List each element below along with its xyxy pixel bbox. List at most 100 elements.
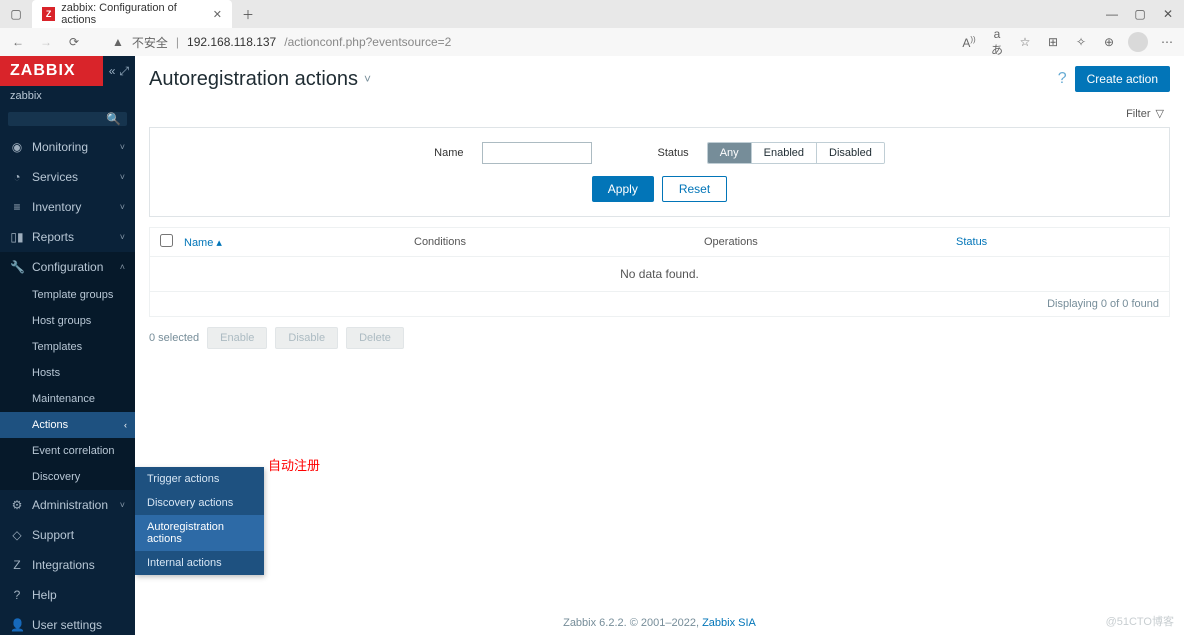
- window-restore-icon[interactable]: ▢: [1128, 2, 1152, 26]
- close-icon[interactable]: ✕: [213, 8, 222, 21]
- sidebar-item-reports[interactable]: ▯▮Reports˅: [0, 222, 135, 252]
- brand-sub: zabbix: [0, 86, 135, 108]
- favicon-icon: Z: [42, 7, 55, 21]
- fly-discovery-actions[interactable]: Discovery actions: [135, 491, 264, 515]
- new-tab-icon[interactable]: ＋: [236, 2, 260, 26]
- select-all-checkbox[interactable]: [160, 234, 173, 247]
- toolbar-right: A)) aあ ☆ ⊞ ✧ ⊕ ⋯: [960, 27, 1176, 58]
- collapse-icon[interactable]: «: [109, 64, 116, 79]
- footer-link[interactable]: Zabbix SIA: [702, 617, 756, 629]
- sidebar-item-services[interactable]: ◔Services˅: [0, 162, 135, 192]
- logo[interactable]: ZABBIX: [0, 56, 103, 86]
- profile-icon[interactable]: [1128, 32, 1148, 52]
- sidebar-item-configuration[interactable]: 🔧Configuration˄: [0, 252, 135, 282]
- sub-maintenance[interactable]: Maintenance: [0, 386, 135, 412]
- forward-icon[interactable]: →: [36, 32, 56, 52]
- apply-button[interactable]: Apply: [592, 176, 654, 202]
- sidebar-search[interactable]: 🔍: [8, 112, 127, 126]
- window-minimize-icon[interactable]: —: [1100, 2, 1124, 26]
- browser-chrome: ▢ Z zabbix: Configuration of actions ✕ ＋…: [0, 0, 1184, 56]
- fly-internal-actions[interactable]: Internal actions: [135, 551, 264, 575]
- reset-button[interactable]: Reset: [662, 176, 727, 202]
- sidebar-item-user-settings[interactable]: 👤User settings: [0, 610, 135, 640]
- app-download-icon[interactable]: ⊕: [1100, 35, 1118, 49]
- collections-icon[interactable]: ✧: [1072, 35, 1090, 49]
- chevron-down-icon: ˅: [120, 172, 125, 182]
- help-icon: ?: [10, 588, 24, 602]
- integrations-icon: Z: [10, 558, 24, 572]
- expand-icon[interactable]: ⤢: [119, 64, 129, 79]
- list-icon: ≡: [10, 200, 24, 214]
- window-close-icon[interactable]: ✕: [1156, 2, 1180, 26]
- filter-toggle[interactable]: Filter ▽: [1120, 104, 1170, 123]
- filter-icon: ▽: [1156, 107, 1164, 120]
- sidebar-item-monitoring[interactable]: ◉Monitoring˅: [0, 132, 135, 162]
- tab-bar: ▢ Z zabbix: Configuration of actions ✕ ＋…: [0, 0, 1184, 28]
- tab-actions-icon[interactable]: ▢: [4, 2, 28, 26]
- chevron-down-icon: ˅: [120, 500, 125, 510]
- sub-template-groups[interactable]: Template groups: [0, 282, 135, 308]
- refresh-icon[interactable]: ⟳: [64, 32, 84, 52]
- bulk-actions: 0 selected Enable Disable Delete: [135, 317, 1184, 359]
- sub-actions[interactable]: Actions‹: [0, 412, 135, 438]
- url-host: 192.168.118.137: [187, 35, 276, 49]
- create-action-button[interactable]: Create action: [1075, 66, 1170, 92]
- sidebar-item-inventory[interactable]: ≡Inventory˅: [0, 192, 135, 222]
- user-icon: 👤: [10, 618, 24, 632]
- read-aloud-icon[interactable]: A)): [960, 35, 978, 50]
- back-icon[interactable]: ←: [8, 32, 28, 52]
- col-operations: Operations: [704, 236, 956, 248]
- actions-flyout: Trigger actions Discovery actions Autore…: [135, 467, 264, 575]
- footer: Zabbix 6.2.2. © 2001–2022, Zabbix SIA: [135, 617, 1184, 629]
- not-secure-icon: ▲: [112, 35, 124, 49]
- search-icon: 🔍: [106, 112, 121, 126]
- chart-icon: ▯▮: [10, 230, 24, 244]
- name-input[interactable]: [482, 142, 592, 164]
- enable-button[interactable]: Enable: [207, 327, 267, 349]
- more-icon[interactable]: ⋯: [1158, 35, 1176, 49]
- sidebar-item-integrations[interactable]: ZIntegrations: [0, 550, 135, 580]
- sidebar: ZABBIX « ⤢ zabbix 🔍 ◉Monitoring˅ ◔Servic…: [0, 56, 135, 635]
- sub-event-correlation[interactable]: Event correlation: [0, 438, 135, 464]
- fly-trigger-actions[interactable]: Trigger actions: [135, 467, 264, 491]
- col-name[interactable]: Name ▴: [184, 236, 414, 249]
- chevron-down-icon: ˅: [364, 72, 371, 86]
- status-segment: Any Enabled Disabled: [707, 142, 885, 164]
- name-label: Name: [434, 147, 463, 159]
- security-label: 不安全: [132, 34, 168, 51]
- status-any[interactable]: Any: [708, 143, 751, 163]
- disable-button[interactable]: Disable: [275, 327, 338, 349]
- filter-panel: Name Status Any Enabled Disabled Apply R…: [149, 127, 1170, 217]
- sidebar-item-support[interactable]: ◇Support: [0, 520, 135, 550]
- fly-autoregistration-actions[interactable]: Autoregistration actions: [135, 515, 264, 551]
- chevron-down-icon: ˅: [120, 142, 125, 152]
- url-path: /actionconf.php?eventsource=2: [284, 35, 451, 49]
- annotation-label: 自动注册: [268, 455, 320, 474]
- status-disabled[interactable]: Disabled: [816, 143, 884, 163]
- sub-templates[interactable]: Templates: [0, 334, 135, 360]
- chevron-up-icon: ˄: [120, 262, 125, 272]
- page-title[interactable]: Autoregistration actions ˅: [149, 68, 371, 91]
- translate-icon[interactable]: aあ: [988, 27, 1006, 58]
- favorite-icon[interactable]: ☆: [1016, 35, 1034, 49]
- col-status[interactable]: Status: [956, 236, 987, 248]
- chevron-left-icon: ‹: [124, 420, 127, 430]
- eye-icon: ◉: [10, 140, 24, 154]
- status-enabled[interactable]: Enabled: [751, 143, 816, 163]
- sidebar-item-help[interactable]: ?Help: [0, 580, 135, 610]
- extensions-icon[interactable]: ⊞: [1044, 35, 1062, 49]
- sidebar-item-administration[interactable]: ⚙Administration˅: [0, 490, 135, 520]
- table-header: Name ▴ Conditions Operations Status: [150, 228, 1169, 257]
- sub-hosts[interactable]: Hosts: [0, 360, 135, 386]
- watermark: @51CTO博客: [1106, 613, 1174, 629]
- display-count: Displaying 0 of 0 found: [150, 292, 1169, 316]
- help-icon[interactable]: ?: [1058, 70, 1067, 88]
- sub-host-groups[interactable]: Host groups: [0, 308, 135, 334]
- chevron-down-icon: ˅: [120, 202, 125, 212]
- delete-button[interactable]: Delete: [346, 327, 404, 349]
- support-icon: ◇: [10, 528, 24, 542]
- browser-tab[interactable]: Z zabbix: Configuration of actions ✕: [32, 0, 232, 28]
- wrench-icon: 🔧: [10, 260, 24, 274]
- sub-discovery[interactable]: Discovery: [0, 464, 135, 490]
- url-field[interactable]: ▲ 不安全 | 192.168.118.137/actionconf.php?e…: [92, 34, 952, 51]
